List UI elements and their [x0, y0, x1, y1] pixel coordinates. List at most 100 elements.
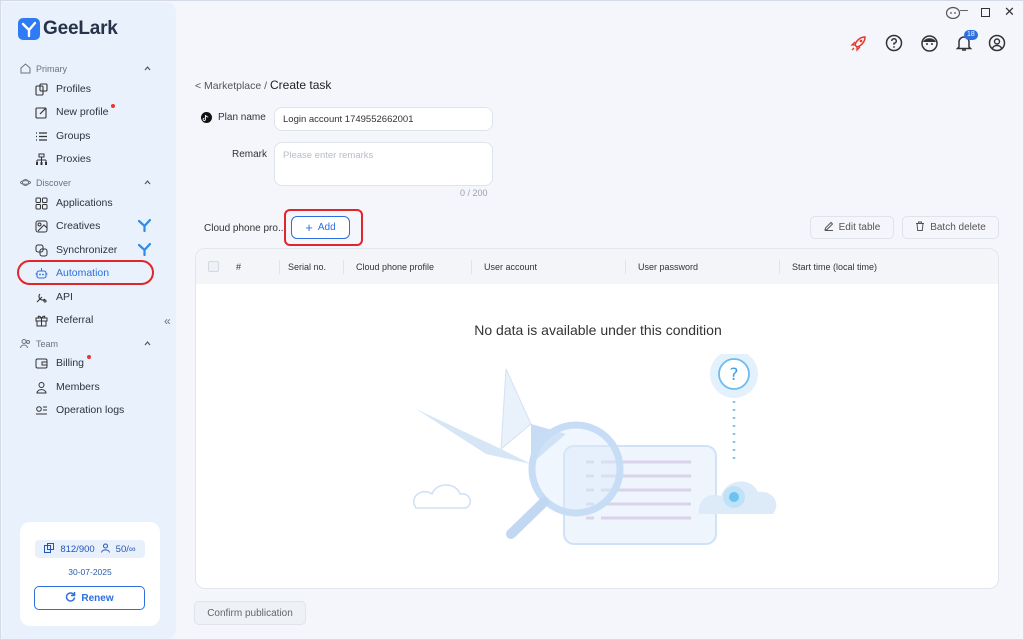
sidebar-item-api[interactable]: API [34, 288, 73, 306]
account-stats: 812/900 50/∞ [35, 540, 145, 558]
breadcrumb-separator: / [264, 80, 268, 92]
sidebar-item-groups[interactable]: Groups [34, 127, 90, 145]
profiles-count-icon [44, 542, 55, 556]
sidebar-item-label: Synchronizer [56, 244, 118, 256]
geelark-logo-icon [18, 18, 40, 40]
sidebar-item-label: Proxies [56, 153, 92, 165]
team-icon [20, 339, 30, 349]
edit-table-button[interactable]: Edit table [810, 216, 894, 239]
collapse-sidebar-icon[interactable]: « [164, 314, 171, 328]
sidebar-item-new-profile[interactable]: New profile [34, 103, 115, 121]
geelark-badge-icon [138, 243, 151, 256]
column-header-user-account: User account [484, 262, 538, 272]
sidebar-item-synchronizer[interactable]: Synchronizer [34, 241, 154, 259]
sidebar-item-referral[interactable]: Referral [34, 311, 93, 329]
sidebar-item-creatives[interactable]: Creatives [34, 217, 154, 235]
minimize-icon[interactable]: ─ [960, 5, 968, 17]
column-divider [779, 260, 780, 274]
notification-dot [111, 104, 115, 108]
home-icon [20, 63, 31, 74]
section-discover-label: Discover [36, 177, 72, 188]
sidebar-item-billing[interactable]: Billing [34, 354, 91, 372]
profiles-count: 812/900 [60, 543, 95, 555]
column-header-start-time: Start time (local time) [792, 262, 878, 272]
renew-button[interactable]: Renew [34, 586, 145, 610]
batch-delete-button[interactable]: Batch delete [902, 216, 999, 239]
remark-textarea[interactable]: Please enter remarks [274, 142, 493, 186]
profiles-icon [34, 82, 48, 96]
sidebar-item-label: Profiles [56, 83, 92, 95]
plan-name-label-group: Plan name [201, 112, 266, 123]
sidebar-item-members[interactable]: Members [34, 378, 100, 396]
refresh-icon [65, 591, 76, 605]
sidebar-item-label: New profile [56, 106, 109, 118]
sidebar-item-label: Creatives [56, 220, 101, 232]
apps-grid-icon [34, 196, 48, 210]
expiry-date: 30-07-2025 [68, 567, 112, 577]
app-logo: GeeLark [18, 18, 118, 40]
sidebar-item-label: Groups [56, 130, 91, 142]
logs-icon [34, 403, 48, 417]
section-primary-label: Primary [36, 63, 67, 74]
sidebar-item-label: Members [56, 381, 100, 393]
section-team-label: Team [36, 338, 59, 349]
app-name: GeeLark [43, 18, 118, 39]
trash-icon [915, 221, 925, 234]
section-primary[interactable]: Primary [20, 63, 152, 74]
sidebar-item-proxies[interactable]: Proxies [34, 150, 91, 168]
svg-text:?: ? [729, 365, 738, 385]
help-icon[interactable] [884, 33, 904, 53]
wallet-icon [34, 356, 48, 370]
tasks-table: # Serial no. Cloud phone profile User ac… [195, 248, 999, 589]
support-agent-icon[interactable] [919, 33, 939, 53]
breadcrumb: < Marketplace / Create task [195, 78, 331, 92]
plan-name-input[interactable]: Login account 1749552662001 [274, 107, 493, 131]
renew-label: Renew [81, 592, 114, 604]
section-discover[interactable]: Discover [20, 177, 152, 188]
bell-icon[interactable]: 18 [954, 30, 978, 53]
sidebar-item-label: Applications [56, 197, 113, 209]
remark-label: Remark [232, 149, 268, 160]
chevron-up-icon [144, 341, 151, 346]
notification-dot [87, 355, 91, 359]
mascot-icon[interactable] [945, 6, 961, 19]
planet-icon [20, 179, 31, 186]
empty-state-illustration: ? [413, 354, 777, 545]
sync-icon [34, 243, 48, 257]
user-icon [34, 380, 48, 394]
page-title: Create task [270, 78, 332, 92]
column-divider [343, 260, 344, 274]
column-divider [471, 260, 472, 274]
sidebar-item-label: Referral [56, 314, 94, 326]
confirm-publication-button[interactable]: Confirm publication [194, 601, 306, 625]
account-icon[interactable] [987, 33, 1007, 53]
geelark-badge-icon [138, 219, 151, 232]
batch-delete-label: Batch delete [930, 222, 986, 233]
network-icon [34, 152, 48, 166]
breadcrumb-marketplace-link[interactable]: < Marketplace [195, 80, 261, 92]
sidebar-item-profiles[interactable]: Profiles [34, 80, 91, 98]
rocket-icon[interactable] [849, 33, 869, 53]
edit-table-label: Edit table [838, 222, 881, 233]
api-icon [34, 290, 48, 304]
creatives-icon [34, 219, 48, 233]
table-header: # Serial no. Cloud phone profile User ac… [196, 249, 998, 284]
highlight-ring [17, 260, 154, 285]
chevron-up-icon [144, 66, 151, 71]
section-team[interactable]: Team [20, 338, 152, 349]
list-icon [34, 129, 48, 143]
close-icon[interactable]: ✕ [1004, 4, 1015, 20]
sidebar-item-applications[interactable]: Applications [34, 194, 113, 212]
maximize-icon[interactable] [981, 8, 990, 17]
tiktok-icon [201, 112, 212, 123]
chevron-up-icon [144, 180, 151, 185]
sidebar-item-operation-logs[interactable]: Operation logs [34, 401, 124, 419]
plan-name-label: Plan name [218, 112, 266, 123]
cloud-phone-label: Cloud phone pro... [204, 223, 287, 234]
select-all-checkbox[interactable] [208, 261, 219, 272]
app-window: GeeLark Primary Profiles New profile Gro… [0, 0, 1024, 640]
column-header-serial-no: Serial no. [288, 262, 327, 272]
empty-state-text: No data is available under this conditio… [474, 322, 722, 338]
members-count-icon [100, 543, 110, 556]
column-divider [625, 260, 626, 274]
